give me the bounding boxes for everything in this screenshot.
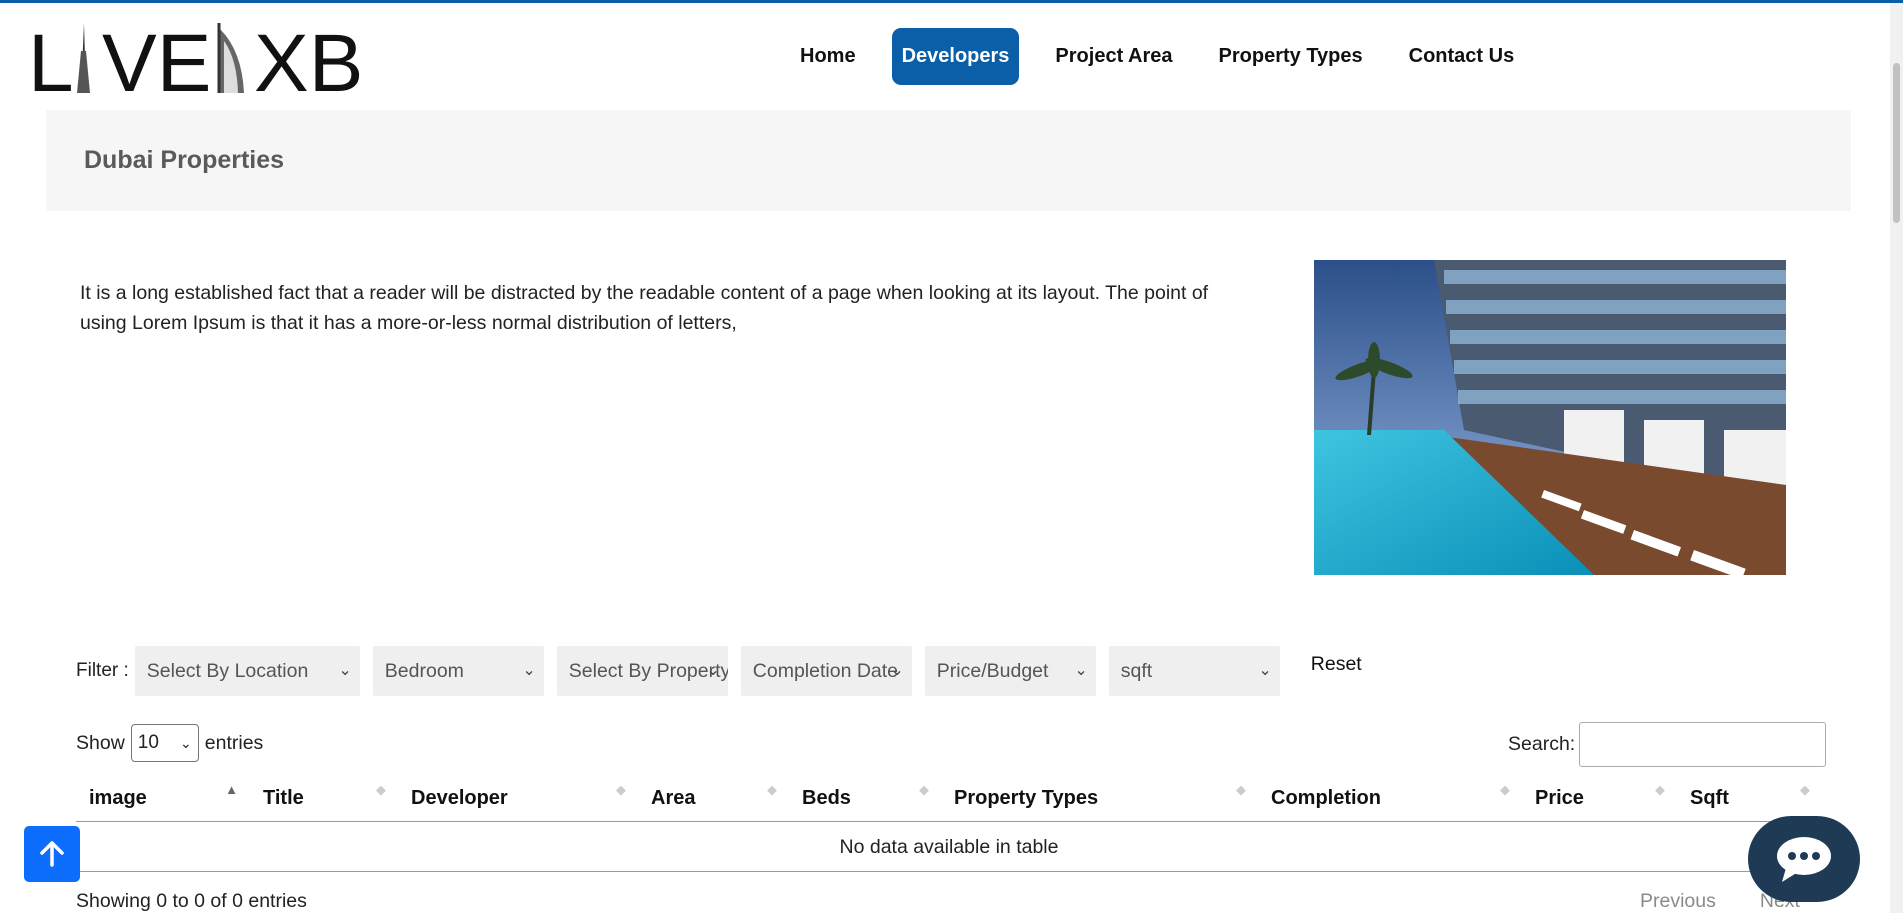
sort-icon: ◆ (376, 782, 386, 797)
column-header-label: Price (1535, 787, 1584, 809)
property-hero-image (1314, 260, 1786, 575)
nav-contact-us[interactable]: Contact Us (1399, 28, 1525, 85)
column-header-price[interactable]: Price ◆ (1522, 778, 1677, 821)
price-budget-select-value: Price/Budget (936, 660, 1049, 682)
bedroom-select[interactable]: Bedroom ⌄ (372, 646, 544, 696)
page-title-band: Dubai Properties (46, 110, 1851, 211)
logo-letters-xb: XB (254, 21, 363, 101)
logo-letter-l: L (28, 21, 74, 101)
entries-length-control: Show 10 ⌄ entries (76, 724, 263, 762)
column-header-label: Title (263, 787, 304, 809)
nav-property-types[interactable]: Property Types (1209, 28, 1373, 85)
bedroom-select-value: Bedroom (384, 660, 464, 682)
chevron-down-icon: ⌄ (1074, 662, 1088, 679)
previous-page-button[interactable]: Previous (1640, 890, 1716, 913)
search-input[interactable] (1579, 722, 1827, 767)
scroll-to-top-button[interactable] (24, 826, 80, 882)
column-header-developer[interactable]: Developer ◆ (398, 778, 638, 821)
price-budget-select[interactable]: Price/Budget ⌄ (924, 646, 1096, 696)
column-header-label: Area (651, 787, 696, 809)
sort-icon: ◆ (1800, 782, 1810, 797)
sort-icon: ◆ (919, 782, 929, 797)
chat-bubble-icon (1777, 837, 1831, 882)
properties-table: image ▲ Title ◆ Developer ◆ Area ◆ Beds … (76, 778, 1822, 872)
column-header-image[interactable]: image ▲ (76, 778, 250, 821)
sort-icon: ◆ (1655, 782, 1665, 797)
nav-developers[interactable]: Developers (891, 28, 1020, 85)
location-select-value: Select By Location (146, 660, 309, 682)
table-search: Search: (1508, 722, 1827, 767)
property-type-select[interactable]: Select By Property Type ⌄ (556, 646, 728, 696)
sqft-select[interactable]: sqft ⌄ (1108, 646, 1280, 696)
sort-icon: ◆ (1500, 782, 1510, 797)
entries-select[interactable]: 10 ⌄ (130, 724, 199, 762)
entries-select-value: 10 (137, 732, 159, 753)
logo-graphic: L VE XB (28, 21, 363, 101)
nav-project-area[interactable]: Project Area (1045, 28, 1182, 85)
sort-icon: ◆ (616, 782, 626, 797)
nav-home[interactable]: Home (790, 28, 866, 85)
location-select[interactable]: Select By Location ⌄ (134, 646, 360, 696)
chevron-down-icon: ⌄ (706, 662, 720, 679)
column-header-label: Property Types (954, 787, 1099, 809)
column-header-label: Sqft (1690, 787, 1729, 809)
chevron-down-icon: ⌄ (1258, 662, 1272, 679)
search-label: Search: (1508, 733, 1576, 755)
intro-paragraph: It is a long established fact that a rea… (80, 282, 1209, 334)
table-info: Showing 0 to 0 of 0 entries (76, 890, 307, 912)
table-header-row: image ▲ Title ◆ Developer ◆ Area ◆ Beds … (76, 778, 1822, 822)
column-header-area[interactable]: Area ◆ (638, 778, 789, 821)
page-title: Dubai Properties (84, 146, 285, 174)
table-empty-row: No data available in table (76, 822, 1822, 872)
completion-date-select-value: Completion Date (752, 660, 899, 682)
chevron-down-icon: ⌄ (180, 735, 192, 751)
show-label: Show (76, 731, 125, 754)
chevron-down-icon: ⌄ (338, 662, 352, 679)
property-type-select-value: Select By Property Type (568, 660, 728, 682)
entries-label: entries (204, 731, 264, 754)
main-nav: Home Developers Project Area Property Ty… (790, 28, 1550, 85)
column-header-label: Completion (1271, 787, 1381, 809)
scrollbar-thumb[interactable] (1893, 63, 1900, 223)
chat-widget-button[interactable] (1748, 816, 1860, 902)
sort-icon: ◆ (1236, 782, 1246, 797)
column-header-property-types[interactable]: Property Types ◆ (941, 778, 1258, 821)
column-header-beds[interactable]: Beds ◆ (789, 778, 941, 821)
completion-date-select[interactable]: Completion Date ⌄ (740, 646, 912, 696)
arrow-up-icon (40, 841, 64, 867)
column-header-label: Developer (411, 787, 508, 809)
reset-button[interactable]: Reset (1311, 653, 1362, 676)
column-header-label: image (89, 787, 147, 809)
column-header-completion[interactable]: Completion ◆ (1258, 778, 1522, 821)
filter-bar: Filter : Select By Location ⌄ Bedroom ⌄ … (76, 646, 1362, 696)
site-logo[interactable]: L VE XB (28, 21, 378, 101)
chevron-down-icon: ⌄ (522, 662, 536, 679)
sort-icon: ◆ (767, 782, 777, 797)
chevron-down-icon: ⌄ (890, 662, 904, 679)
sort-ascending-icon: ▲ (225, 782, 238, 797)
column-header-sqft[interactable]: Sqft ◆ (1677, 778, 1822, 821)
filter-label: Filter : (76, 660, 129, 681)
page-scrollbar[interactable] (1890, 3, 1903, 913)
site-header: L VE XB Home Developers Project Area Pro… (0, 3, 1903, 111)
sqft-select-value: sqft (1120, 660, 1153, 682)
logo-letters-ve: VE (102, 21, 211, 101)
column-header-title[interactable]: Title ◆ (250, 778, 398, 821)
column-header-label: Beds (802, 787, 851, 809)
